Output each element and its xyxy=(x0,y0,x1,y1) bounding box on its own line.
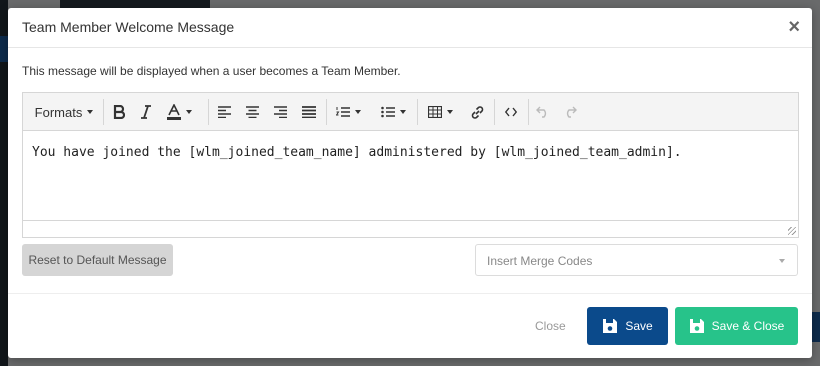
modal-description: This message will be displayed when a us… xyxy=(22,64,401,78)
formats-label: Formats xyxy=(34,104,83,120)
toolbar-divider xyxy=(494,99,495,125)
welcome-message-modal: Team Member Welcome Message × This messa… xyxy=(8,8,812,358)
close-button[interactable]: Close xyxy=(535,319,566,333)
editor-statusbar xyxy=(23,220,798,237)
reset-default-button[interactable]: Reset to Default Message xyxy=(22,244,173,276)
table-icon[interactable] xyxy=(423,99,457,125)
save-icon xyxy=(689,319,704,333)
chevron-down-icon xyxy=(354,110,361,114)
bold-icon[interactable] xyxy=(108,99,130,125)
link-icon[interactable] xyxy=(465,99,489,125)
save-and-close-button[interactable]: Save & Close xyxy=(675,307,798,345)
toolbar-divider xyxy=(103,99,104,125)
editor-content-area[interactable]: You have joined the [wlm_joined_team_nam… xyxy=(23,131,798,221)
chevron-down-icon xyxy=(87,110,94,114)
save-icon xyxy=(603,319,618,333)
merge-codes-placeholder: Insert Merge Codes xyxy=(487,254,593,268)
toolbar-divider xyxy=(208,99,209,125)
align-center-icon[interactable] xyxy=(241,99,263,125)
chevron-down-icon xyxy=(399,110,406,114)
editor-content[interactable]: You have joined the [wlm_joined_team_nam… xyxy=(32,145,682,160)
code-icon[interactable] xyxy=(499,99,523,125)
numbered-list-icon[interactable] xyxy=(331,99,365,125)
save-and-close-label: Save & Close xyxy=(711,319,785,333)
chevron-down-icon xyxy=(185,110,192,114)
toolbar-divider xyxy=(326,99,327,125)
italic-icon[interactable] xyxy=(135,99,157,125)
modal-header: Team Member Welcome Message × xyxy=(8,8,812,48)
chevron-down-icon xyxy=(779,259,785,263)
toolbar-divider xyxy=(528,99,529,125)
align-left-icon[interactable] xyxy=(213,99,235,125)
align-justify-icon[interactable] xyxy=(298,99,320,125)
redo-icon[interactable] xyxy=(558,99,582,125)
editor-toolbar: Formats xyxy=(23,93,798,131)
toolbar-divider xyxy=(417,99,418,125)
resize-handle-icon[interactable] xyxy=(788,227,796,235)
footer-divider xyxy=(8,293,812,294)
align-right-icon[interactable] xyxy=(269,99,291,125)
text-color-icon[interactable] xyxy=(161,99,197,125)
save-button[interactable]: Save xyxy=(587,307,668,345)
rich-text-editor: Formats You have joined the [wlm_joined_… xyxy=(22,92,799,238)
formats-dropdown[interactable]: Formats xyxy=(29,99,99,125)
merge-codes-select[interactable]: Insert Merge Codes xyxy=(475,244,798,276)
modal-title: Team Member Welcome Message xyxy=(22,19,235,35)
save-label: Save xyxy=(625,319,653,333)
chevron-down-icon xyxy=(446,110,453,114)
close-icon[interactable]: × xyxy=(788,16,800,38)
undo-icon[interactable] xyxy=(531,99,555,125)
bullet-list-icon[interactable] xyxy=(375,99,411,125)
